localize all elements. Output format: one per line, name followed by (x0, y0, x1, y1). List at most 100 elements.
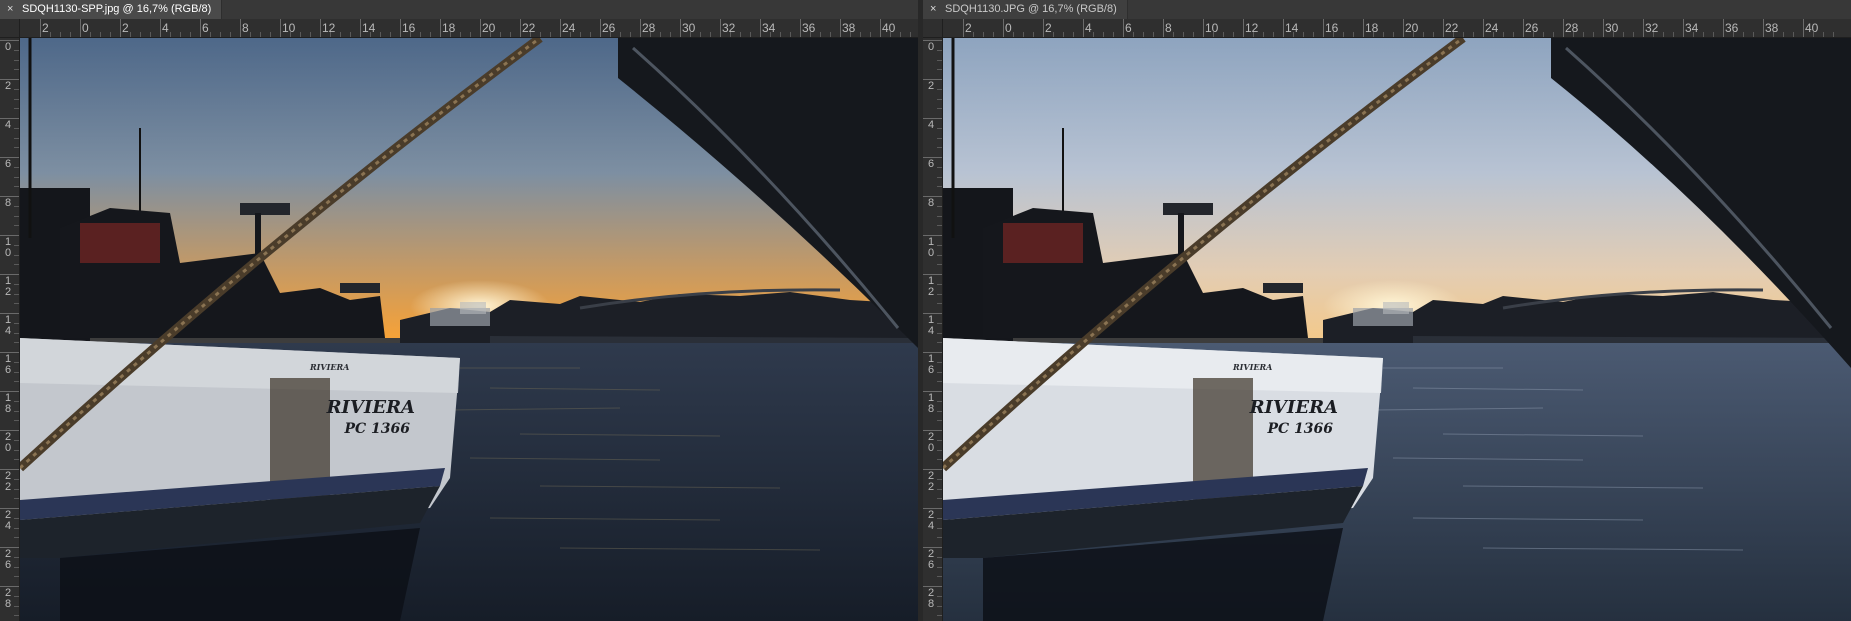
ruler-minor-tick (310, 32, 311, 37)
ruler-minor-tick (580, 32, 581, 37)
photo-image: RIVIERA PC 1366 RIVIERA (943, 38, 1851, 621)
ruler-minor-tick (750, 32, 751, 37)
vertical-ruler[interactable]: 0 2 4 6 8 10 12 14 16 18 20 22 24 26 28 (923, 38, 943, 621)
ruler-minor-tick (14, 176, 19, 178)
document-tab[interactable]: × SDQH1130.JPG @ 16,7% (RGB/8) (923, 0, 1128, 19)
ruler-minor-tick (1193, 32, 1194, 37)
ruler-label: 40 (882, 21, 896, 35)
lamp (1263, 283, 1303, 293)
ruler-minor-tick (1613, 32, 1614, 37)
ruler-minor-tick (1103, 32, 1104, 37)
ruler-origin[interactable] (923, 19, 943, 38)
ruler-label: 4 (1085, 21, 1092, 35)
ruler-minor-tick (937, 322, 942, 324)
ruler-minor-tick (660, 32, 661, 37)
ruler-minor-tick (1493, 32, 1494, 37)
ruler-origin[interactable] (0, 19, 20, 38)
ruler-minor-tick (1633, 32, 1634, 37)
document-window-left[interactable]: × SDQH1130-SPP.jpg @ 16,7% (RGB/8) 20246… (0, 0, 918, 621)
ruler-minor-tick (14, 254, 19, 256)
ruler-label: 0 (82, 21, 89, 35)
ruler-minor-tick (937, 566, 942, 568)
close-icon[interactable]: × (7, 0, 13, 19)
horizontal-ruler[interactable]: 2 0 2 4 6 8 10 12 14 16 18 20 22 24 26 28 30 32 34 36 38 40 (943, 19, 1851, 38)
ruler-minor-tick (1823, 32, 1824, 37)
ruler-label: 20 (482, 21, 496, 35)
ruler-label: 6 (927, 158, 935, 170)
ruler-minor-tick (14, 459, 19, 461)
ruler-label: 22 (4, 470, 12, 493)
ruler-label: 14 (4, 314, 12, 337)
ruler-minor-tick (220, 32, 221, 37)
ruler-label: 6 (4, 158, 12, 170)
ruler-label: 38 (1765, 21, 1779, 35)
ruler-minor-tick (14, 566, 19, 568)
ruler-label: 22 (522, 21, 536, 35)
ruler-minor-tick (1343, 32, 1344, 37)
ruler-label: 30 (1605, 21, 1619, 35)
ruler-minor-tick (330, 32, 331, 37)
ruler-label: 18 (4, 392, 12, 415)
ruler-minor-tick (780, 32, 781, 37)
ruler-minor-tick (1223, 32, 1224, 37)
ruler-label: 2 (1045, 21, 1052, 35)
ruler-minor-tick (1583, 32, 1584, 37)
ruler-label: 14 (362, 21, 376, 35)
ruler-minor-tick (14, 605, 19, 607)
ruler-label: 2 (965, 21, 972, 35)
hull-registration: PC 1366 (1266, 421, 1333, 437)
ruler-minor-tick (14, 303, 19, 305)
ruler-label: 12 (1245, 21, 1259, 35)
horizontal-ruler[interactable]: 2 0 2 4 6 8 10 12 14 16 18 20 22 24 26 28 30 32 34 36 38 40 (20, 19, 918, 38)
building (460, 302, 486, 314)
image-canvas[interactable]: RIVIERA PC 1366 RIVIERA (943, 38, 1851, 621)
ruler-minor-tick (1303, 32, 1304, 37)
ruler-minor-tick (60, 32, 61, 37)
ruler-label: 6 (1125, 21, 1132, 35)
ruler-label: 10 (927, 236, 935, 259)
ruler-minor-tick (937, 410, 942, 412)
ruler-minor-tick (937, 264, 942, 266)
ruler-minor-tick (14, 517, 19, 519)
ruler-label: 38 (842, 21, 856, 35)
document-window-right[interactable]: × SDQH1130.JPG @ 16,7% (RGB/8) 2 0 2 4 6 8 10 1… (923, 0, 1851, 621)
ruler-label: 14 (927, 314, 935, 337)
ruler-minor-tick (390, 32, 391, 37)
ruler-minor-tick (937, 283, 942, 285)
close-icon[interactable]: × (930, 0, 936, 19)
ruler-minor-tick (937, 303, 942, 305)
ruler-label: 2 (927, 80, 935, 92)
ruler-label: 20 (927, 431, 935, 454)
ruler-minor-tick (1253, 32, 1254, 37)
ruler-minor-tick (1293, 32, 1294, 37)
ruler-minor-tick (1833, 32, 1834, 37)
ruler-label: 12 (4, 275, 12, 298)
ruler-minor-tick (1263, 32, 1264, 37)
ruler-minor-tick (690, 32, 691, 37)
ruler-label: 2 (42, 21, 49, 35)
ruler-label: 34 (762, 21, 776, 35)
ruler-minor-tick (1453, 32, 1454, 37)
ruler-minor-tick (1623, 32, 1624, 37)
ruler-label: 28 (1565, 21, 1579, 35)
ruler-minor-tick (1573, 32, 1574, 37)
ruler-minor-tick (14, 420, 19, 422)
ruler-minor-tick (50, 32, 51, 37)
vertical-ruler[interactable]: 0 2 4 6 8 10 12 14 16 18 20 22 24 26 28 (0, 38, 20, 621)
ruler-minor-tick (130, 32, 131, 37)
image-canvas[interactable]: RIVIERA PC 1366 RIVIERA (20, 38, 918, 621)
ruler-minor-tick (937, 371, 942, 373)
ruler-minor-tick (910, 32, 911, 37)
ruler-label: 32 (722, 21, 736, 35)
ruler-minor-tick (1393, 32, 1394, 37)
ruler-minor-tick (937, 127, 942, 129)
red-cabin (1003, 223, 1083, 263)
ruler-minor-tick (530, 32, 531, 37)
ruler-minor-tick (14, 498, 19, 500)
ruler-minor-tick (14, 322, 19, 324)
ruler-minor-tick (290, 32, 291, 37)
document-tab-active[interactable]: × SDQH1130-SPP.jpg @ 16,7% (RGB/8) (0, 0, 223, 19)
ruler-minor-tick (820, 32, 821, 37)
ruler-minor-tick (860, 32, 861, 37)
ruler-minor-tick (630, 32, 631, 37)
